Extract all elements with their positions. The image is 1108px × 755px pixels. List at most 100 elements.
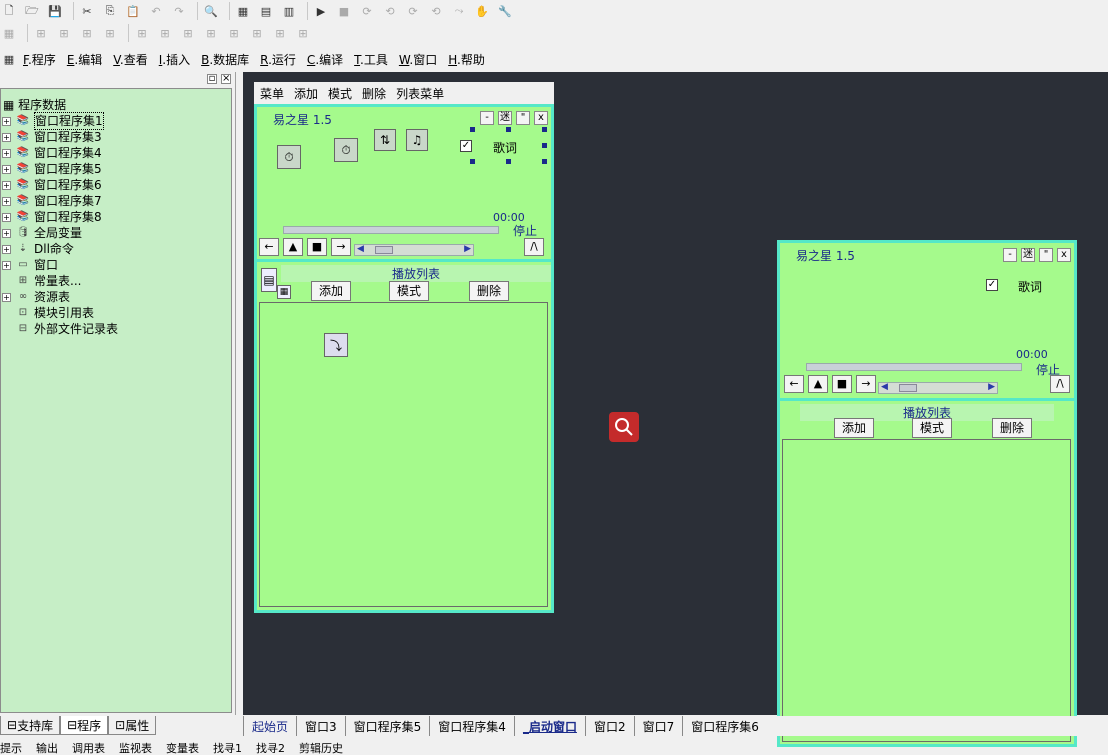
step4-icon[interactable]: ⟲ <box>427 2 445 20</box>
run-icon[interactable]: ▶ <box>312 2 330 20</box>
form-icon[interactable]: ▦ <box>0 24 18 42</box>
copy-icon[interactable]: ⎘ <box>101 2 119 20</box>
resize-handle[interactable] <box>470 127 475 132</box>
align9-icon[interactable]: ⊞ <box>225 24 243 42</box>
step1-icon[interactable]: ⟳ <box>358 2 376 20</box>
tree-root[interactable]: ▦ 程序数据 <box>1 97 231 113</box>
playlist-listbox[interactable]: ⤵ <box>259 302 548 607</box>
scroll-thumb[interactable] <box>375 246 393 254</box>
expand-icon[interactable]: + <box>2 212 11 222</box>
align8-icon[interactable]: ⊞ <box>202 24 220 42</box>
form-menu-item[interactable]: 菜单 <box>260 85 284 102</box>
expand-icon[interactable]: + <box>2 292 11 302</box>
doc-tab[interactable]: 窗口程序集6 <box>682 716 767 736</box>
menu-item-c[interactable]: C.编译 <box>307 51 343 68</box>
arrow-left-icon[interactable]: ◀ <box>881 382 888 392</box>
resize-handle[interactable] <box>542 127 547 132</box>
open-folder-icon[interactable]: 🗁 <box>23 2 41 20</box>
restore-icon[interactable]: ▫ <box>207 74 217 84</box>
align11-icon[interactable]: ⊞ <box>271 24 289 42</box>
bottom-tab[interactable]: 找寻2 <box>256 741 285 755</box>
find-icon[interactable]: 🔍 <box>202 2 220 20</box>
layout1-icon[interactable]: ▦ <box>234 2 252 20</box>
bottom-tab[interactable]: 调用表 <box>72 741 105 755</box>
resize-handle[interactable] <box>542 159 547 164</box>
step5-icon[interactable]: ⤳ <box>450 2 468 20</box>
play-button[interactable]: ▲ <box>808 375 828 393</box>
tree-item[interactable]: + ∞ 资源表 <box>1 289 231 305</box>
expand-icon[interactable]: + <box>2 228 11 238</box>
next-button[interactable]: → <box>331 238 351 256</box>
add-button[interactable]: 添加 <box>834 418 874 438</box>
expand-icon[interactable]: + <box>2 244 11 254</box>
align3-icon[interactable]: ⊞ <box>78 24 96 42</box>
tree-item[interactable]: + 📚 窗口程序集5 <box>1 161 231 177</box>
add-button[interactable]: 添加 <box>311 281 351 301</box>
resize-handle[interactable] <box>506 127 511 132</box>
doc-tab[interactable]: 窗口程序集5 <box>344 716 430 736</box>
lyrics-checkbox[interactable]: ✓ <box>986 279 998 291</box>
undo-icon[interactable]: ↶ <box>147 2 165 20</box>
tree-item[interactable]: + 📚 窗口程序集8 <box>1 209 231 225</box>
arrow-right-icon[interactable]: ▶ <box>464 244 471 254</box>
align5-icon[interactable]: ⊞ <box>133 24 151 42</box>
menu-item-r[interactable]: R.运行 <box>260 51 296 68</box>
align12-icon[interactable]: ⊞ <box>294 24 312 42</box>
timer2-icon[interactable]: ⏱ <box>334 138 358 162</box>
volume-scrollbar[interactable]: ◀ ▶ <box>878 382 998 394</box>
doc-tab[interactable]: 窗口2 <box>584 716 634 736</box>
close-button[interactable]: x <box>1057 248 1071 262</box>
new-file-icon[interactable]: 🗋 <box>0 2 18 20</box>
mode-button[interactable]: 模式 <box>912 418 952 438</box>
bottom-tab[interactable]: 找寻1 <box>213 741 242 755</box>
arrow-left-icon[interactable]: ◀ <box>357 244 364 254</box>
bottom-tab[interactable]: 监视表 <box>119 741 152 755</box>
quote-button[interactable]: " <box>516 111 530 125</box>
paste-icon[interactable]: 📋 <box>124 2 142 20</box>
align4-icon[interactable]: ⊞ <box>101 24 119 42</box>
prev-button[interactable]: ← <box>259 238 279 256</box>
form-window-1[interactable]: 菜单 添加 模式 删除 列表菜单 易之星 1.5 - 迷 " x ⏱ ⏱ ⇅ ♫ ✓ 歌 <box>254 82 554 613</box>
mini-mode-button[interactable]: 迷 <box>498 111 512 125</box>
align10-icon[interactable]: ⊞ <box>248 24 266 42</box>
expand-icon[interactable]: + <box>2 180 11 190</box>
drop-target-icon[interactable]: ⤵ <box>324 333 348 357</box>
bottom-tab[interactable]: 剪辑历史 <box>299 741 343 755</box>
step2-icon[interactable]: ⟲ <box>381 2 399 20</box>
stop-icon[interactable]: ■ <box>335 2 353 20</box>
form-menu-item[interactable]: 添加 <box>294 85 318 102</box>
tree-item[interactable]: + ⇣ Dll命令 <box>1 241 231 257</box>
expand-icon[interactable]: + <box>2 260 11 270</box>
doc-tab[interactable]: 窗口3 <box>296 716 345 736</box>
cut-icon[interactable]: ✂ <box>78 2 96 20</box>
form-menu-item[interactable]: 列表菜单 <box>396 85 444 102</box>
expand-icon[interactable]: + <box>2 116 11 126</box>
close-button[interactable]: x <box>534 111 548 125</box>
form-body-1[interactable]: 易之星 1.5 - 迷 " x ⏱ ⏱ ⇅ ♫ ✓ 歌词 00:00 停止 ← … <box>254 104 554 613</box>
debug-icon[interactable]: 🔧 <box>496 2 514 20</box>
align2-icon[interactable]: ⊞ <box>55 24 73 42</box>
close-icon[interactable]: × <box>221 74 231 84</box>
menu-item-i[interactable]: I.插入 <box>159 51 190 68</box>
menu-item-v[interactable]: V.查看 <box>113 51 148 68</box>
timer-icon[interactable]: ⏱ <box>277 145 301 169</box>
playlist-listbox[interactable] <box>782 439 1071 742</box>
volume-scrollbar[interactable]: ◀ ▶ <box>354 244 474 256</box>
minimize-button[interactable]: - <box>1003 248 1017 262</box>
tree-item[interactable]: + 📚 窗口程序集1 <box>1 112 231 130</box>
mini-mode-button[interactable]: 迷 <box>1021 248 1035 262</box>
stop-button[interactable]: ■ <box>832 375 852 393</box>
media-icon[interactable]: ♫ <box>406 129 428 151</box>
form-window-2[interactable]: 易之星 1.5 - 迷 " x ✓ 歌词 00:00 停止 ← ▲ ■ → ◀ … <box>777 240 1077 747</box>
layout2-icon[interactable]: ▤ <box>257 2 275 20</box>
doc-tab[interactable]: 起始页 <box>243 716 296 736</box>
tree-item[interactable]: ⊞ 常量表... <box>1 273 231 289</box>
save-icon[interactable]: 💾 <box>46 2 64 20</box>
menu-item-t[interactable]: T.工具 <box>354 51 388 68</box>
bottom-tab[interactable]: 变量表 <box>166 741 199 755</box>
left-tab-2[interactable]: ⊡ 属性 <box>108 716 157 735</box>
expand-icon[interactable]: + <box>2 148 11 158</box>
doc-tab[interactable]: _启动窗口 <box>513 716 585 736</box>
tree-item[interactable]: + 📚 窗口程序集7 <box>1 193 231 209</box>
list-icon[interactable]: ▤ <box>261 268 277 292</box>
